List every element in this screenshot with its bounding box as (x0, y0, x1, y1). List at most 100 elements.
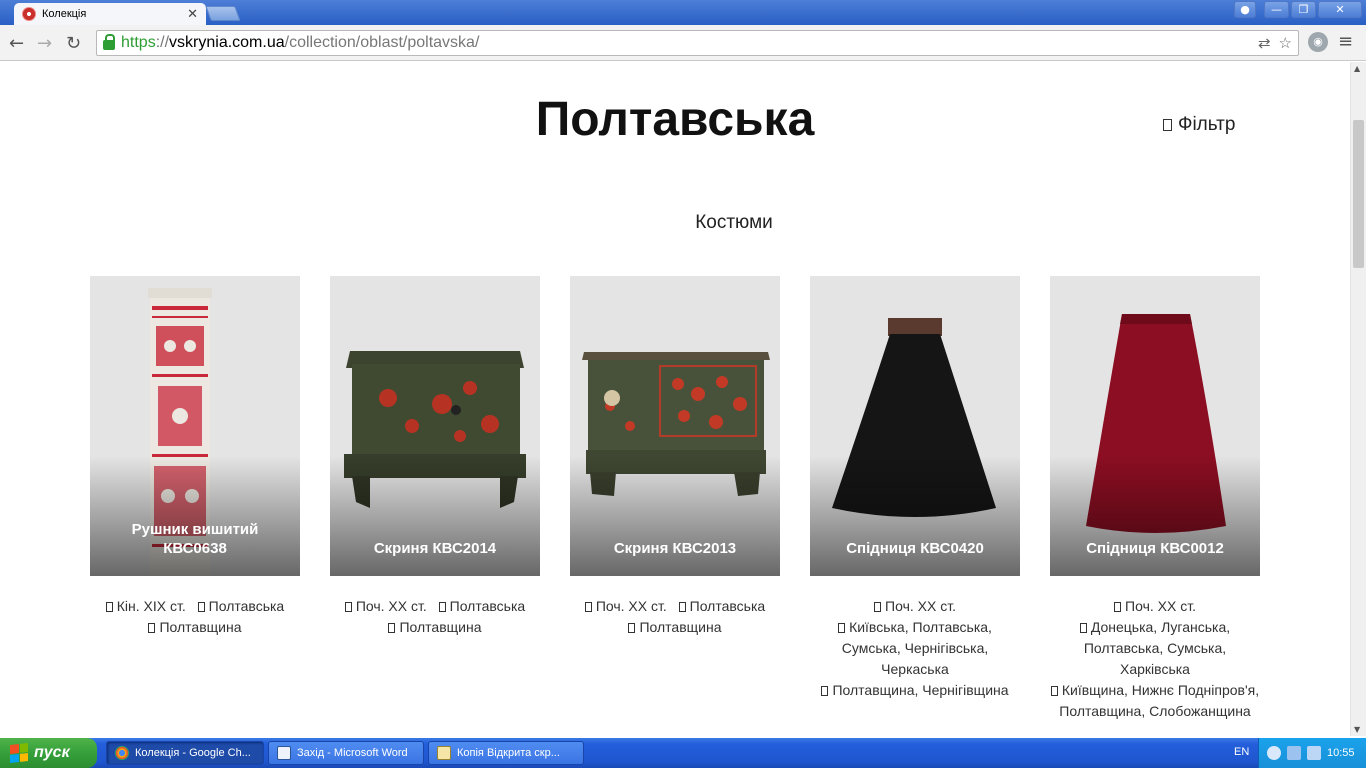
url-scheme: https (121, 34, 156, 51)
restore-button[interactable]: ❐ (1291, 1, 1316, 18)
translate-icon[interactable]: ⇄ (1258, 34, 1271, 52)
tab-title: Колекція (42, 8, 87, 20)
card-title[interactable]: Спідниця КВС0012 (1060, 539, 1250, 558)
card-meta: Поч. XX ст. Донецька, Луганська, Полтавс… (1050, 596, 1260, 722)
region-text: Полтавщина (639, 619, 722, 635)
oblast-tag[interactable]: Київська, Полтавська, Сумська, Чернігівс… (838, 619, 992, 677)
card-image[interactable]: Скриня КВС2013 (570, 276, 780, 576)
forward-arrow-icon[interactable]: → (37, 33, 52, 54)
date-tag[interactable]: Поч. XX ст. (874, 598, 956, 614)
taskbar-item-chrome[interactable]: Колекція - Google Ch... (106, 741, 264, 765)
card-meta: Поч. XX ст. Полтавська Полтавщина (330, 596, 540, 638)
oblast-tag[interactable]: Полтавська (438, 598, 525, 614)
lock-icon (103, 34, 115, 50)
volume-icon[interactable] (1307, 746, 1321, 760)
browser-tab[interactable]: Колекція ✕ (14, 3, 206, 25)
profile-icon[interactable]: ● (1234, 1, 1256, 18)
date-tag[interactable]: Поч. XX ст. (584, 598, 667, 614)
network-icon[interactable] (1287, 746, 1301, 760)
location-icon (197, 602, 205, 613)
region-icon (821, 686, 829, 697)
card-image[interactable]: Скриня КВС2014 (330, 276, 540, 576)
calendar-icon (344, 602, 352, 613)
reload-icon[interactable]: ↻ (66, 33, 81, 54)
date-tag[interactable]: Поч. XX ст. (1114, 598, 1196, 614)
omnibox-icons: ⇄ ☆ (1258, 34, 1292, 52)
collection-card[interactable]: Спідниця КВС0420 Поч. XX ст. Київська, П… (810, 276, 1020, 722)
oblast-tag[interactable]: Полтавська (678, 598, 766, 614)
taskbar-item-copy[interactable]: Копія Відкрита скр... (428, 741, 584, 765)
extension-icon[interactable]: ◉ (1308, 32, 1328, 52)
close-window-button[interactable]: ✕ (1318, 1, 1362, 18)
task-label: Колекція - Google Ch... (135, 747, 251, 759)
card-title[interactable]: Спідниця КВС0420 (820, 539, 1010, 558)
region-text: Полтавщина (399, 619, 482, 635)
browser-toolbar: ← → ↻ https :// vskrynia.com.ua /collect… (0, 25, 1366, 61)
window-controls: ● — ❐ ✕ (1234, 1, 1362, 18)
oblast-tag[interactable]: Полтавська (197, 598, 284, 614)
scroll-down-arrow-icon[interactable]: ▼ (1354, 725, 1360, 734)
menu-icon[interactable]: ≡ (1338, 31, 1353, 52)
calendar-icon (584, 602, 592, 613)
region-icon (148, 623, 156, 634)
language-indicator[interactable]: EN (1234, 746, 1249, 758)
date-text: Поч. XX ст. (885, 598, 956, 614)
region-tag[interactable]: Полтавщина (148, 619, 242, 635)
date-tag[interactable]: Поч. XX ст. (344, 598, 427, 614)
region-tag[interactable]: Полтавщина, Чернігівщина (821, 682, 1009, 698)
region-tag[interactable]: Полтавщина (388, 619, 482, 635)
site-favicon-icon (22, 7, 36, 21)
new-tab-button[interactable] (205, 6, 241, 21)
card-meta: Кін. XIX ст. Полтавська Полтавщина (90, 596, 300, 638)
location-icon (678, 602, 686, 613)
card-gradient (1050, 456, 1260, 576)
address-bar[interactable]: https :// vskrynia.com.ua /collection/ob… (96, 30, 1299, 56)
oblast-text: Донецька, Луганська, Полтавська, Сумська… (1083, 619, 1231, 677)
category-link[interactable]: Костюми (0, 212, 1350, 234)
page-title: Полтавська (535, 93, 815, 146)
collection-card[interactable]: Спідниця КВС0012 Поч. XX ст. Донецька, Л… (1050, 276, 1260, 722)
filter-icon (1163, 119, 1172, 131)
collection-card[interactable]: Рушник вишитий КВС0638 Кін. XIX ст. Полт… (90, 276, 300, 722)
bookmark-star-icon[interactable]: ☆ (1279, 34, 1292, 52)
oblast-text: Полтавська (689, 598, 766, 614)
task-label: Захід - Microsoft Word (297, 747, 408, 759)
clock[interactable]: 10:55 (1327, 747, 1355, 759)
url-host: vskrynia.com.ua (169, 34, 285, 51)
tray-expand-icon[interactable] (1267, 746, 1281, 760)
url-separator: :// (155, 34, 170, 51)
tab-close-icon[interactable]: ✕ (187, 7, 198, 22)
back-arrow-icon[interactable]: ← (9, 33, 24, 54)
filter-button[interactable]: Фільтр (1163, 114, 1235, 136)
collection-card[interactable]: Скриня КВС2013 Поч. XX ст. Полтавська По… (570, 276, 780, 722)
date-tag[interactable]: Кін. XIX ст. (105, 598, 186, 614)
card-image[interactable]: Спідниця КВС0012 (1050, 276, 1260, 576)
url-path: /collection/oblast/poltavska/ (284, 34, 480, 51)
word-icon (277, 746, 291, 760)
card-title[interactable]: Скриня КВС2014 (340, 539, 530, 558)
region-tag[interactable]: Київщина, Нижнє Подніпров'я, Полтавщина,… (1050, 682, 1259, 719)
page-scrollbar[interactable]: ▲ ▼ (1350, 62, 1366, 736)
scrollbar-thumb[interactable] (1353, 120, 1364, 268)
card-image[interactable]: Рушник вишитий КВС0638 (90, 276, 300, 576)
card-gradient (570, 456, 780, 576)
card-gradient (810, 456, 1020, 576)
card-title[interactable]: Скриня КВС2013 (580, 539, 770, 558)
card-gradient (90, 456, 300, 576)
date-text: Поч. XX ст. (595, 598, 667, 614)
taskbar-item-word[interactable]: Захід - Microsoft Word (268, 741, 424, 765)
date-text: Поч. XX ст. (1125, 598, 1196, 614)
start-button[interactable]: пуск (0, 738, 97, 768)
calendar-icon (1114, 602, 1122, 613)
card-title[interactable]: Рушник вишитий КВС0638 (100, 520, 290, 558)
region-icon (388, 623, 396, 634)
card-image[interactable]: Спідниця КВС0420 (810, 276, 1020, 576)
minimize-button[interactable]: — (1264, 1, 1289, 18)
collection-card[interactable]: Скриня КВС2014 Поч. XX ст. Полтавська По… (330, 276, 540, 722)
oblast-tag[interactable]: Донецька, Луганська, Полтавська, Сумська… (1079, 619, 1231, 677)
oblast-text: Київська, Полтавська, Сумська, Чернігівс… (841, 619, 992, 677)
scroll-up-arrow-icon[interactable]: ▲ (1354, 64, 1360, 73)
location-icon (838, 623, 846, 634)
region-tag[interactable]: Полтавщина (628, 619, 722, 635)
collection-grid: Рушник вишитий КВС0638 Кін. XIX ст. Полт… (90, 276, 1260, 722)
